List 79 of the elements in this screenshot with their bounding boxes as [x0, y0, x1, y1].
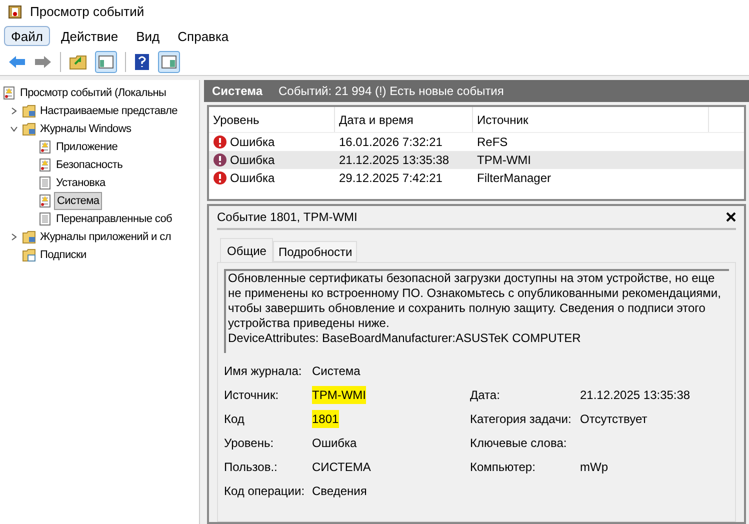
- event-title: Событие 1801, TPM-WMI: [217, 209, 358, 226]
- field-value: TPM-WMI: [312, 386, 366, 404]
- field-value: СИСТЕМА: [312, 459, 371, 476]
- event-count: Событий: 21 994 (!) Есть новые события: [278, 83, 504, 100]
- field-label: Категория задачи:: [470, 411, 572, 428]
- app-icon: [8, 5, 22, 19]
- error-icon: [213, 171, 227, 185]
- tree-item[interactable]: Журналы приложений и сл: [38, 228, 173, 246]
- description-text: DeviceAttributes: BaseBoardManufacturer:ASUSTeK COMPUTER: [228, 331, 582, 346]
- column-header[interactable]: Дата и время: [335, 107, 473, 132]
- table-cell-text: Ошибка: [230, 170, 275, 187]
- field-value: mWp: [580, 459, 608, 476]
- table-cell-text: Ошибка: [230, 152, 275, 169]
- tree-item[interactable]: Перенаправленные соб: [54, 210, 174, 228]
- tree-item[interactable]: Установка: [54, 174, 108, 192]
- log-icon: [38, 194, 52, 208]
- table-cell-text: 16.01.2026 7:32:21: [338, 134, 444, 151]
- field-label: Компьютер:: [470, 459, 536, 476]
- chevron-right-icon[interactable]: [10, 107, 18, 115]
- window-title: Просмотр событий: [30, 3, 144, 22]
- field-value: 1801: [312, 410, 339, 428]
- tree-item[interactable]: Система: [54, 192, 102, 210]
- log-icon: [38, 212, 52, 226]
- folder-icon: [22, 230, 36, 244]
- table-row[interactable]: Ошибка 21.12.2025 13:35:38 TPM-WMI: [209, 151, 744, 169]
- field-label: Источник:: [224, 387, 280, 404]
- field-label: Код операции:: [224, 483, 306, 500]
- folder-icon: [22, 122, 36, 136]
- help-icon[interactable]: [134, 52, 150, 70]
- menu-item[interactable]: Вид: [129, 26, 167, 46]
- log-icon: [38, 176, 52, 190]
- folder-icon: [22, 104, 36, 118]
- column-header[interactable]: Источник: [473, 107, 709, 132]
- forward-arrow-icon[interactable]: [34, 54, 52, 68]
- table-cell-text: FilterManager: [476, 170, 552, 187]
- error-icon: [213, 135, 227, 149]
- field-label: Дата:: [470, 387, 501, 404]
- table-cell-text: ReFS: [476, 134, 509, 151]
- tree-item[interactable]: Настраиваемые представле: [38, 102, 180, 120]
- back-arrow-icon[interactable]: [8, 54, 26, 68]
- panel-icon[interactable]: [95, 50, 117, 72]
- tab[interactable]: Общие: [220, 238, 274, 262]
- menu-item[interactable]: Файл: [4, 26, 50, 46]
- table-row[interactable]: Ошибка 16.01.2026 7:32:21 ReFS: [209, 133, 744, 151]
- folder-icon[interactable]: [69, 54, 87, 70]
- tree-item[interactable]: Безопасность: [54, 156, 125, 174]
- field-value: 21.12.2025 13:35:38: [580, 387, 690, 404]
- field-label: Ключевые слова:: [470, 435, 568, 452]
- field-value: Сведения: [312, 483, 367, 500]
- tree-item[interactable]: Журналы Windows: [38, 120, 134, 138]
- field-label: Уровень:: [224, 435, 275, 452]
- close-icon[interactable]: [726, 212, 736, 222]
- chevron-down-icon[interactable]: [10, 125, 18, 133]
- tree-item[interactable]: Подписки: [38, 246, 88, 264]
- table-cell-text: 21.12.2025 13:35:38: [338, 152, 450, 169]
- tree-item[interactable]: Просмотр событий (Локальны: [18, 84, 168, 102]
- log-icon: [38, 158, 52, 172]
- table-cell-text: 29.12.2025 7:42:21: [338, 170, 444, 187]
- field-label: Пользов.:: [224, 459, 278, 476]
- field-label: Код: [224, 411, 246, 428]
- folder-icon: [22, 248, 36, 262]
- tab[interactable]: Подробности: [273, 241, 358, 262]
- field-label: Имя журнала:: [224, 363, 303, 380]
- field-value: Ошибка: [312, 435, 357, 452]
- log-icon: [38, 140, 52, 154]
- error-icon: [213, 153, 227, 167]
- table-cell-text: TPM-WMI: [476, 152, 532, 169]
- field-value: Отсутствует: [580, 411, 648, 428]
- panel-icon[interactable]: [158, 50, 180, 72]
- chevron-right-icon[interactable]: [10, 233, 18, 241]
- description-text: Обновленные сертификаты безопасной загрузки доступны на этом устройстве, но еще не применены ко встроенному ПО. Ознакомьтесь с опубликованными рекомендациями, чтобы завершить обновление и сохранить полную защиту. Сведения о подписи этого устройства приведены ниже.: [228, 271, 722, 331]
- menu-item[interactable]: Справка: [170, 26, 236, 46]
- menu-item[interactable]: Действие: [54, 26, 126, 46]
- log-title: Система: [212, 83, 263, 100]
- field-value: Система: [312, 363, 360, 380]
- table-row[interactable]: Ошибка 29.12.2025 7:42:21 FilterManager: [209, 169, 744, 187]
- tree-item[interactable]: Приложение: [54, 138, 120, 156]
- table-cell-text: Ошибка: [230, 134, 275, 151]
- column-header[interactable]: Уровень: [209, 107, 335, 132]
